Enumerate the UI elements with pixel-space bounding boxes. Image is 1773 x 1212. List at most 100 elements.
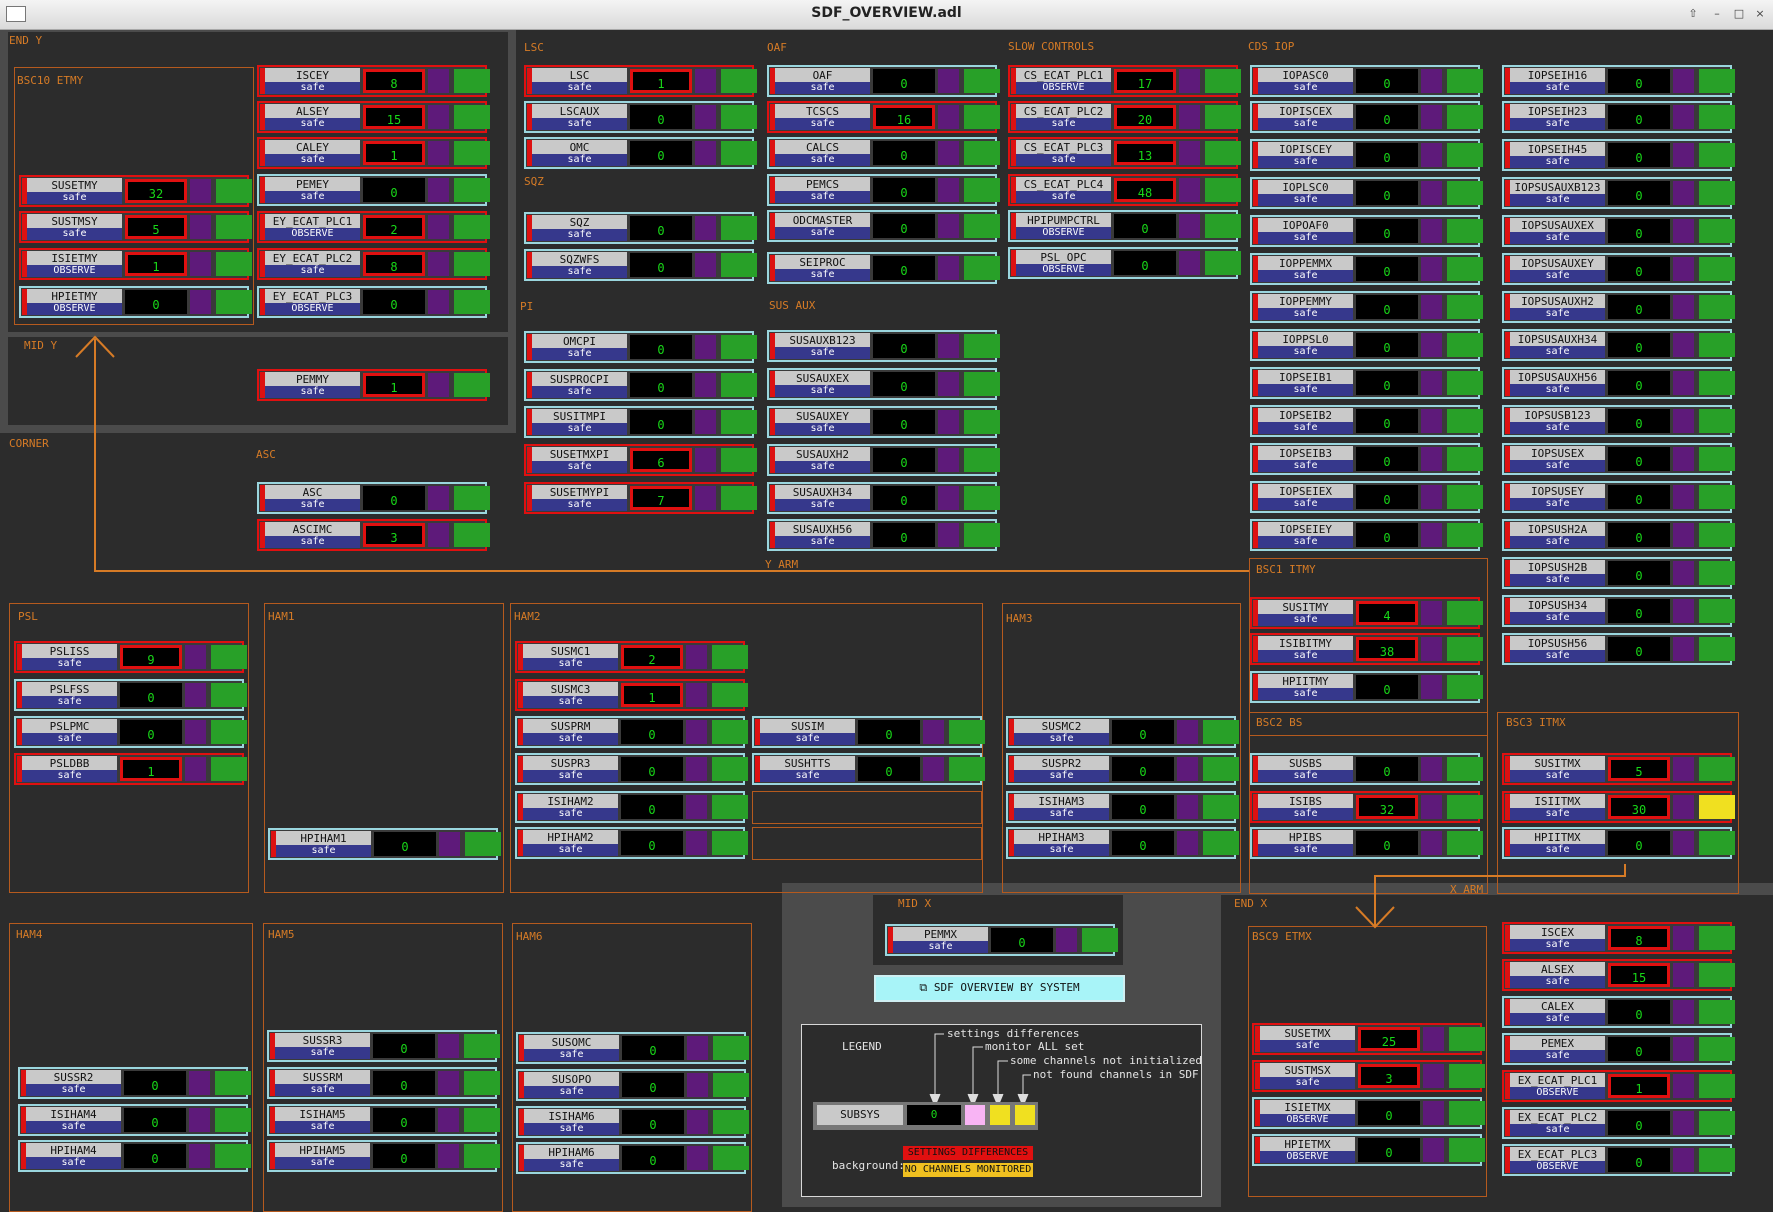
subsystem-button[interactable]: PSL_OPC OBSERVE: [1011, 250, 1111, 276]
subsystem-button[interactable]: IOPLSC0 safe: [1253, 180, 1353, 206]
subsystem-button[interactable]: ASC safe: [260, 485, 360, 511]
subsystem-button[interactable]: SUSIM safe: [755, 719, 855, 745]
subsystem-button[interactable]: IOPSUSEX safe: [1505, 446, 1605, 472]
subsystem-button[interactable]: IOPSEIH16 safe: [1505, 68, 1605, 94]
subsystem-button[interactable]: CS_ECAT_PLC3 safe: [1011, 140, 1111, 166]
subsystem-button[interactable]: HPIETMX OBSERVE: [1255, 1137, 1355, 1163]
subsystem-button[interactable]: IOPPEMMY safe: [1253, 294, 1353, 320]
subsystem-button[interactable]: PEMMX safe: [888, 927, 988, 953]
subsystem-button[interactable]: IOPSEIB1 safe: [1253, 370, 1353, 396]
subsystem-button[interactable]: HPIHAM5 safe: [270, 1143, 370, 1169]
subsystem-button[interactable]: HPIETMY OBSERVE: [22, 289, 122, 315]
subsystem-button[interactable]: IOPSEIH23 safe: [1505, 104, 1605, 130]
subsystem-button[interactable]: SUSAUXH56 safe: [770, 522, 870, 548]
subsystem-button[interactable]: SUSETMYPI safe: [527, 485, 627, 511]
subsystem-button[interactable]: IOPSUSEY safe: [1505, 484, 1605, 510]
subsystem-button[interactable]: PSLFSS safe: [17, 682, 117, 708]
subsystem-button[interactable]: CS_ECAT_PLC4 safe: [1011, 177, 1111, 203]
subsystem-button[interactable]: SUSTMSY safe: [22, 214, 122, 240]
subsystem-button[interactable]: ISIETMX OBSERVE: [1255, 1100, 1355, 1126]
subsystem-button[interactable]: SUSETMXPI safe: [527, 447, 627, 473]
subsystem-button[interactable]: HPIHAM4 safe: [21, 1143, 121, 1169]
subsystem-button[interactable]: ISIHAM3 safe: [1009, 794, 1109, 820]
subsystem-button[interactable]: ISIHAM2 safe: [518, 794, 618, 820]
subsystem-button[interactable]: IOPSUSAUXH34 safe: [1505, 332, 1605, 358]
subsystem-button[interactable]: EY_ECAT_PLC1 OBSERVE: [260, 214, 360, 240]
maximize-icon[interactable]: □: [1732, 7, 1746, 21]
subsystem-button[interactable]: CS_ECAT_PLC1 OBSERVE: [1011, 68, 1111, 94]
subsystem-button[interactable]: IOPSUSB123 safe: [1505, 408, 1605, 434]
subsystem-button[interactable]: PSLDBB safe: [17, 756, 117, 782]
subsystem-button[interactable]: SUSAUXEY safe: [770, 409, 870, 435]
subsystem-button[interactable]: SUSAUXH2 safe: [770, 447, 870, 473]
subsystem-button[interactable]: ISIHAM4 safe: [21, 1107, 121, 1133]
subsystem-button[interactable]: SEIPROC safe: [770, 255, 870, 281]
subsystem-button[interactable]: SUSPRM safe: [518, 719, 618, 745]
minimize-icon[interactable]: –: [1710, 7, 1724, 21]
subsystem-button[interactable]: CALEX safe: [1505, 999, 1605, 1025]
subsystem-button[interactable]: SQZWFS safe: [527, 252, 627, 278]
subsystem-button[interactable]: IOPOAF0 safe: [1253, 218, 1353, 244]
subsystem-button[interactable]: HPIITMX safe: [1505, 830, 1605, 856]
subsystem-button[interactable]: PEMMY safe: [260, 372, 360, 398]
subsystem-button[interactable]: CALCS safe: [770, 140, 870, 166]
subsystem-button[interactable]: HPIHAM3 safe: [1009, 830, 1109, 856]
subsystem-button[interactable]: IOPSEIEY safe: [1253, 522, 1353, 548]
subsystem-button[interactable]: HPIHAM2 safe: [518, 830, 618, 856]
subsystem-button[interactable]: IOPPEMMX safe: [1253, 256, 1353, 282]
subsystem-button[interactable]: SUSSR3 safe: [270, 1033, 370, 1059]
subsystem-button[interactable]: ISIHAM5 safe: [270, 1107, 370, 1133]
subsystem-button[interactable]: SUSHTTS safe: [755, 756, 855, 782]
subsystem-button[interactable]: ISIBITMY safe: [1253, 636, 1353, 662]
subsystem-button[interactable]: IOPSUSH56 safe: [1505, 636, 1605, 662]
subsystem-button[interactable]: PEMEY safe: [260, 177, 360, 203]
subsystem-button[interactable]: HPIHAM6 safe: [519, 1145, 619, 1171]
subsystem-button[interactable]: IOPISCEY safe: [1253, 142, 1353, 168]
subsystem-button[interactable]: ODCMASTER safe: [770, 213, 870, 239]
subsystem-button[interactable]: PEMCS safe: [770, 177, 870, 203]
subsystem-button[interactable]: SUSAUXB123 safe: [770, 333, 870, 359]
subsystem-button[interactable]: ASCIMC safe: [260, 522, 360, 548]
subsystem-button[interactable]: SUSBS safe: [1253, 756, 1353, 782]
subsystem-button[interactable]: EY_ECAT_PLC3 OBSERVE: [260, 289, 360, 315]
subsystem-button[interactable]: ISCEX safe: [1505, 925, 1605, 951]
subsystem-button[interactable]: SUSITMY safe: [1253, 600, 1353, 626]
subsystem-button[interactable]: SUSOPO safe: [519, 1072, 619, 1098]
subsystem-button[interactable]: ISIHAM6 safe: [519, 1109, 619, 1135]
subsystem-button[interactable]: EX_ECAT_PLC3 OBSERVE: [1505, 1147, 1605, 1173]
subsystem-button[interactable]: IOPSEIB3 safe: [1253, 446, 1353, 472]
subsystem-button[interactable]: EX_ECAT_PLC1 OBSERVE: [1505, 1073, 1605, 1099]
subsystem-button[interactable]: HPIITMY safe: [1253, 674, 1353, 700]
subsystem-button[interactable]: SUSSR2 safe: [21, 1070, 121, 1096]
subsystem-button[interactable]: ISIITMX safe: [1505, 794, 1605, 820]
subsystem-button[interactable]: SUSAUXH34 safe: [770, 485, 870, 511]
subsystem-button[interactable]: PSLISS safe: [17, 644, 117, 670]
subsystem-button[interactable]: OMC safe: [527, 140, 627, 166]
subsystem-button[interactable]: CS_ECAT_PLC2 safe: [1011, 104, 1111, 130]
subsystem-button[interactable]: SQZ safe: [527, 215, 627, 241]
subsystem-button[interactable]: SUSOMC safe: [519, 1035, 619, 1061]
subsystem-button[interactable]: IOPSUSH2B safe: [1505, 560, 1605, 586]
subsystem-button[interactable]: ISIETMY OBSERVE: [22, 251, 122, 277]
subsystem-button[interactable]: EY_ECAT_PLC2 safe: [260, 251, 360, 277]
subsystem-button[interactable]: TCSCS safe: [770, 104, 870, 130]
subsystem-button[interactable]: SUSMC2 safe: [1009, 719, 1109, 745]
subsystem-button[interactable]: OMCPI safe: [527, 334, 627, 360]
subsystem-button[interactable]: IOPASC0 safe: [1253, 68, 1353, 94]
subsystem-button[interactable]: HPIHAM1 safe: [271, 831, 371, 857]
subsystem-button[interactable]: SUSITMX safe: [1505, 756, 1605, 782]
subsystem-button[interactable]: LSC safe: [527, 68, 627, 94]
subsystem-button[interactable]: SUSETMX safe: [1255, 1026, 1355, 1052]
shade-icon[interactable]: ⇧: [1686, 7, 1700, 21]
subsystem-button[interactable]: ISIBS safe: [1253, 794, 1353, 820]
subsystem-button[interactable]: SUSETMY safe: [22, 178, 122, 204]
subsystem-button[interactable]: IOPSUSAUXH56 safe: [1505, 370, 1605, 396]
subsystem-button[interactable]: SUSITMPI safe: [527, 409, 627, 435]
subsystem-button[interactable]: SUSSRM safe: [270, 1070, 370, 1096]
subsystem-button[interactable]: ALSEY safe: [260, 104, 360, 130]
subsystem-button[interactable]: IOPSUSAUXH2 safe: [1505, 294, 1605, 320]
subsystem-button[interactable]: IOPPSL0 safe: [1253, 332, 1353, 358]
subsystem-button[interactable]: EX_ECAT_PLC2 safe: [1505, 1110, 1605, 1136]
subsystem-button[interactable]: HPIPUMPCTRL OBSERVE: [1011, 213, 1111, 239]
subsystem-button[interactable]: PSLPMC safe: [17, 719, 117, 745]
